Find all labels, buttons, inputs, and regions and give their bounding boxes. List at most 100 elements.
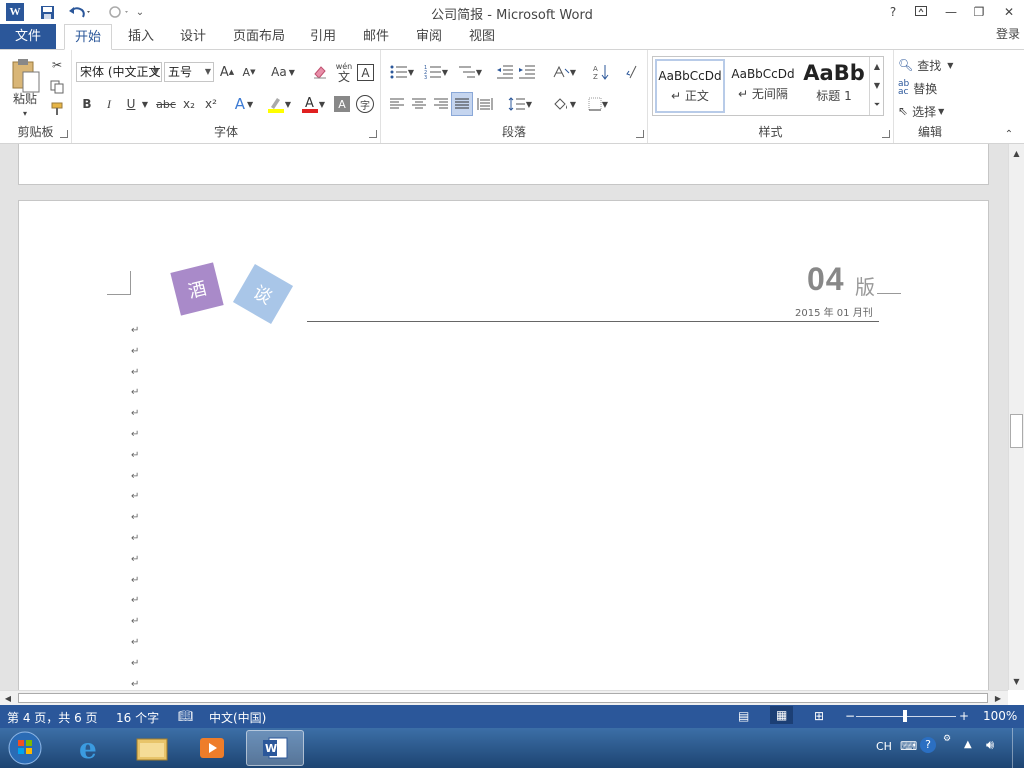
vertical-scroll-thumb[interactable] [1010,414,1023,448]
restore-icon[interactable]: ❐ [966,2,992,22]
paragraph-launcher-icon[interactable] [636,130,644,138]
font-launcher-icon[interactable] [369,130,377,138]
status-language[interactable]: 中文(中国) [209,709,266,726]
format-painter-icon[interactable] [48,100,66,118]
collapse-ribbon-icon[interactable]: ⌃ [1002,128,1016,140]
chinese-layout-icon[interactable]: ▼ [549,62,579,82]
underline-button[interactable]: U [122,94,140,114]
clear-formatting-icon[interactable] [310,62,330,82]
paste-button[interactable]: 粘贴 [6,90,44,106]
current-page[interactable]: 酒 谈 04 版 2015 年 01 月刊 ↵ ↵ ↵ ↵ ↵ ↵ ↵ ↵ ↵ ↵ ↵ ↵ ↵ ↵ ↵ ↵ ↵ ↵ [18,200,989,690]
web-layout-icon[interactable]: ⊞ [814,709,824,723]
ribbon-display-options-icon[interactable] [908,2,934,22]
character-shading-icon[interactable]: A [334,96,350,112]
styles-more-icon[interactable]: ⏷ [870,95,884,114]
zoom-slider-thumb[interactable] [903,710,907,722]
tab-review[interactable]: 审阅 [410,24,448,49]
print-layout-icon[interactable]: ▦ [770,706,794,724]
scroll-right-icon[interactable]: ▶ [992,692,1004,704]
close-icon[interactable]: ✕ [996,2,1022,22]
styles-down-icon[interactable]: ▼ [870,76,884,95]
font-size-combo[interactable]: 五号 ▼ [164,62,214,82]
tab-home[interactable]: 开始 [64,24,112,50]
font-color-icon[interactable]: A ▼ [298,94,328,114]
ime-help-icon[interactable]: ? [920,737,936,753]
align-left-icon[interactable] [387,94,407,114]
strikethrough-button[interactable]: abc [154,94,178,114]
line-spacing-icon[interactable]: ▼ [505,94,535,114]
borders-icon[interactable]: ▼ [583,94,613,114]
grow-font-icon[interactable]: A ▲ [218,62,236,82]
proofing-icon[interactable]: 📖︎ [178,709,193,723]
start-button[interactable] [0,730,50,766]
highlight-icon[interactable]: ▼ [264,94,294,114]
style-no-spacing[interactable]: AaBbCcDd ↵ 无间隔 [727,59,799,113]
zoom-in-icon[interactable]: + [959,709,969,723]
replace-button[interactable]: ab ac 替换 [898,79,964,97]
decrease-indent-icon[interactable] [495,62,515,82]
show-marks-icon[interactable] [623,62,643,82]
shading-icon[interactable]: ▼ [549,94,579,114]
minimize-icon[interactable]: — [938,2,964,22]
explorer-taskbar-icon[interactable] [124,730,180,766]
superscript-button[interactable]: x² [202,94,220,114]
horizontal-scroll-thumb[interactable] [18,693,988,703]
status-word-count[interactable]: 16 个字 [116,709,159,726]
ime-options-icon[interactable]: ⚙ [943,734,951,744]
multilevel-list-icon[interactable]: ▼ [455,62,485,82]
increase-indent-icon[interactable] [517,62,537,82]
change-case-button[interactable]: Aa ▼ [268,62,298,82]
show-desktop-button[interactable] [1012,728,1024,768]
tab-view[interactable]: 视图 [463,24,501,49]
scroll-left-icon[interactable]: ◀ [2,692,14,704]
enclose-circle-button[interactable]: 字 [356,95,374,113]
justify-icon[interactable] [451,92,473,116]
enclose-characters-button[interactable]: A [357,64,374,81]
tab-design[interactable]: 设计 [174,24,212,49]
zoom-out-icon[interactable]: − [845,709,855,723]
help-button[interactable]: ? [880,2,906,22]
scroll-up-icon[interactable]: ▲ [1009,146,1024,160]
tab-insert[interactable]: 插入 [122,24,160,49]
tray-expand-icon[interactable]: ▲ [964,739,972,750]
styles-launcher-icon[interactable] [882,130,890,138]
volume-icon[interactable]: 🔊︎ [986,738,994,753]
cut-icon[interactable]: ✂ [48,56,66,74]
styles-up-icon[interactable]: ▲ [870,57,884,76]
find-button[interactable]: 🔍︎ 查找 ▼ [898,56,964,74]
underline-dropdown-icon[interactable]: ▼ [140,94,150,114]
tab-file[interactable]: 文件 [0,24,56,49]
italic-button[interactable]: I [100,94,118,114]
clipboard-launcher-icon[interactable] [60,130,68,138]
align-right-icon[interactable] [431,94,451,114]
document-area[interactable]: 酒 谈 04 版 2015 年 01 月刊 ↵ ↵ ↵ ↵ ↵ ↵ ↵ ↵ ↵ ↵ ↵ ↵ ↵ ↵ ↵ ↵ ↵ ↵ [0,144,1008,690]
text-effects-icon[interactable]: A ▼ [230,94,258,114]
tab-page-layout[interactable]: 页面布局 [228,24,290,49]
word-taskbar-icon[interactable]: W [246,730,304,766]
media-player-taskbar-icon[interactable] [184,730,240,766]
bullets-icon[interactable]: ▼ [387,62,417,82]
sort-icon[interactable]: AZ [591,62,611,82]
bold-button[interactable]: B [78,94,96,114]
login-link[interactable]: 登录 [996,24,1020,44]
select-button[interactable]: ⇖ 选择 ▼ [898,102,964,120]
align-center-icon[interactable] [409,94,429,114]
font-name-combo[interactable]: 宋体 (中文正文) ▼ [76,62,162,82]
vertical-scrollbar[interactable]: ▲ ▼ [1008,144,1024,690]
ime-indicator[interactable]: CH [876,740,892,753]
shrink-font-icon[interactable]: A ▼ [240,62,258,82]
paste-dropdown-icon[interactable]: ▾ [20,108,30,118]
subscript-button[interactable]: x₂ [180,94,198,114]
status-page-count[interactable]: 第 4 页，共 6 页 [7,709,98,726]
tab-references[interactable]: 引用 [304,24,342,49]
style-normal[interactable]: AaBbCcDd ↵ 正文 [655,59,725,113]
read-mode-icon[interactable]: ▤ [738,709,749,723]
phonetic-guide-button[interactable]: wén 文 [334,60,354,84]
style-heading-1[interactable]: AaBb 标题 1 [801,59,867,113]
numbering-icon[interactable]: 1 2 3 ▼ [421,62,451,82]
ie-taskbar-icon[interactable]: e [62,730,118,766]
copy-icon[interactable] [48,78,66,96]
scroll-down-icon[interactable]: ▼ [1009,674,1024,688]
distributed-icon[interactable] [475,94,495,114]
tab-mailings[interactable]: 邮件 [357,24,395,49]
